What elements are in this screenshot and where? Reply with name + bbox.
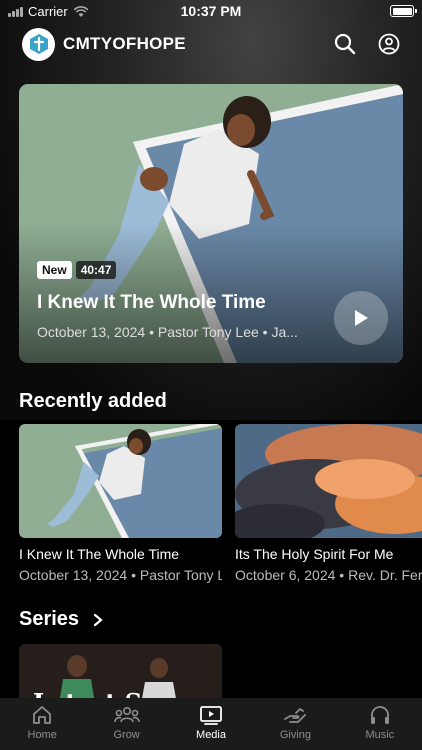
- hero-featured-card[interactable]: New 40:47 I Knew It The Whole Time Octob…: [19, 84, 403, 363]
- tab-media[interactable]: Media: [169, 698, 253, 750]
- status-time: 10:37 PM: [180, 3, 242, 19]
- recent-card[interactable]: Its The Holy Spirit For Me October 6, 20…: [235, 424, 422, 583]
- series-card[interactable]: Latest Sermons: [19, 644, 222, 704]
- status-bar: Carrier 10:37 PM: [0, 0, 422, 22]
- logo-icon: [29, 34, 48, 54]
- logo[interactable]: [22, 27, 55, 61]
- headphones-icon: [370, 706, 389, 724]
- tab-giving[interactable]: Giving: [253, 698, 337, 750]
- recently-added-heading: Recently added: [19, 390, 167, 412]
- chevron-right-icon: [93, 613, 103, 626]
- tab-label: Music: [365, 729, 395, 741]
- series-heading: Series: [19, 608, 80, 630]
- tab-bar: Home Grow Media Giving Music: [0, 698, 422, 750]
- hero-title: I Knew It The Whole Time: [37, 292, 266, 313]
- tab-label: Grow: [113, 729, 140, 741]
- profile-icon[interactable]: [378, 33, 400, 55]
- recent-card-thumbnail: [19, 424, 222, 538]
- tab-label: Media: [196, 729, 226, 741]
- play-icon: [355, 310, 368, 326]
- recent-card-meta: October 13, 2024 • Pastor Tony Lee: [19, 567, 222, 583]
- recent-card-thumbnail: [235, 424, 422, 538]
- tab-home[interactable]: Home: [0, 698, 84, 750]
- brand-name: CMTYOFHOPE: [63, 34, 186, 53]
- recent-card[interactable]: I Knew It The Whole Time October 13, 202…: [19, 424, 222, 583]
- hero-badges: New 40:47: [37, 261, 117, 279]
- tab-grow[interactable]: Grow: [84, 698, 168, 750]
- tab-music[interactable]: Music: [338, 698, 422, 750]
- recent-card-title: Its The Holy Spirit For Me: [235, 546, 394, 562]
- giving-icon: [284, 707, 307, 723]
- search-icon[interactable]: [334, 33, 356, 55]
- recent-card-meta: October 6, 2024 • Rev. Dr. Ferguson: [235, 567, 422, 583]
- group-icon: [113, 706, 140, 723]
- battery-icon: [390, 5, 417, 17]
- header-actions: [334, 33, 400, 55]
- tab-label: Giving: [279, 729, 312, 741]
- new-badge: New: [37, 261, 72, 279]
- recent-card-title: I Knew It The Whole Time: [19, 546, 180, 562]
- hero-meta: October 13, 2024 • Pastor Tony Lee • Ja.…: [37, 324, 298, 340]
- tab-label: Home: [27, 729, 57, 741]
- series-header[interactable]: Series: [19, 608, 103, 631]
- home-icon: [33, 706, 52, 724]
- media-icon: [200, 706, 222, 725]
- duration-badge: 40:47: [75, 261, 117, 279]
- app-header: CMTYOFHOPE: [22, 26, 400, 62]
- play-button[interactable]: [334, 291, 388, 345]
